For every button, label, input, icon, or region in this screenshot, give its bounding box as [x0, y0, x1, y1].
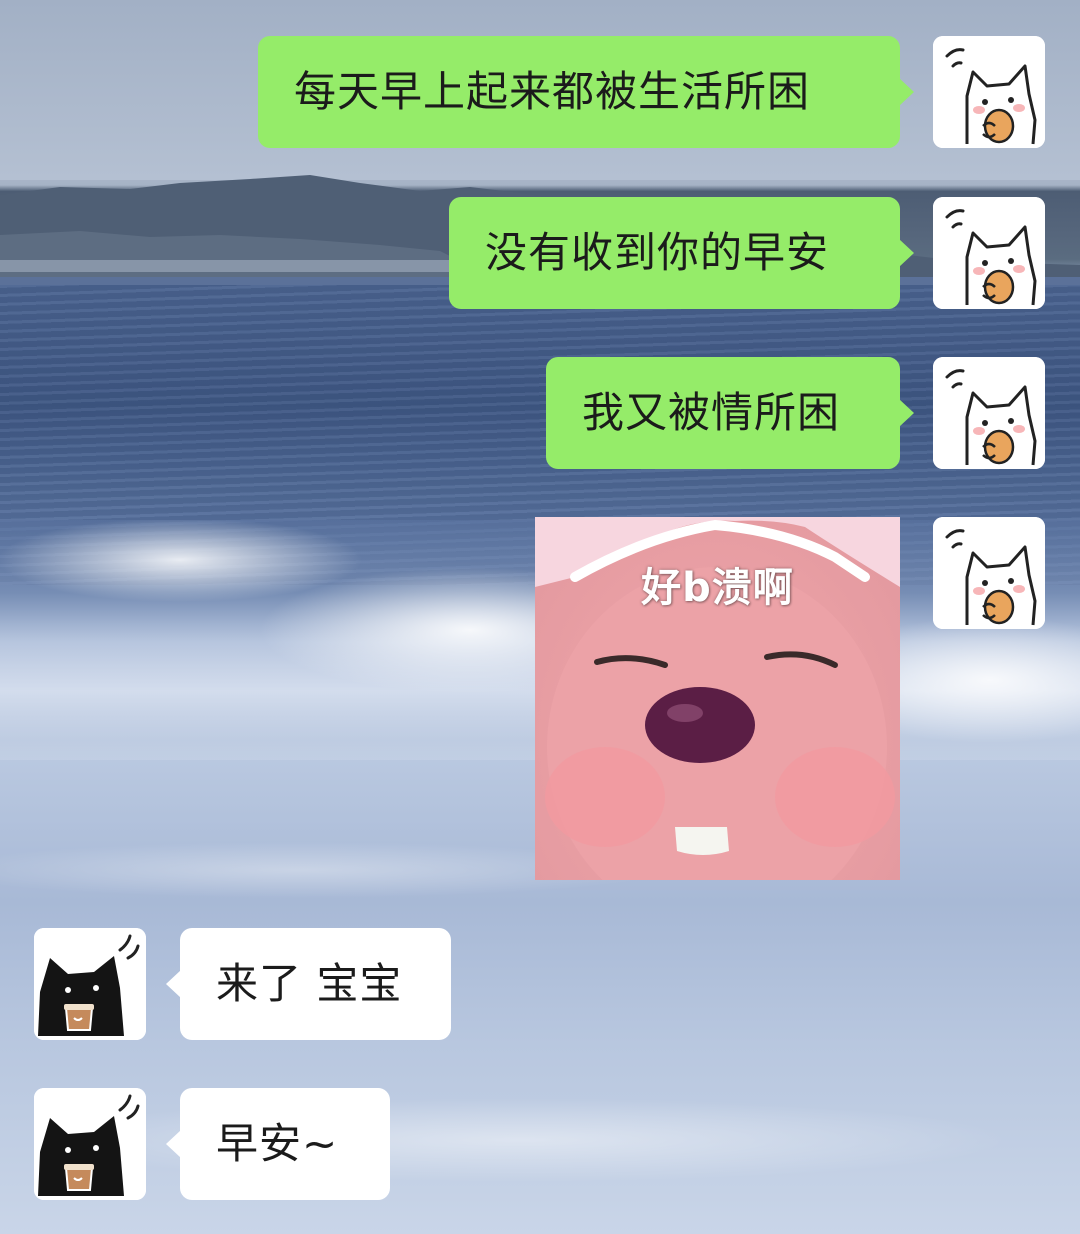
white-cat-eating-cookie-icon	[933, 36, 1045, 148]
white-cat-eating-cookie-icon	[933, 197, 1045, 309]
black-cat-drinking-coffee-icon	[34, 928, 146, 1040]
incoming-message-bubble[interactable]: 早安~	[166, 1088, 390, 1200]
message-text: 来了 宝宝	[216, 959, 403, 1008]
sticker-message[interactable]: 好b溃啊	[535, 517, 900, 880]
contact-avatar[interactable]	[34, 928, 146, 1040]
self-avatar[interactable]	[933, 36, 1045, 148]
outgoing-message-bubble[interactable]: 每天早上起来都被生活所困	[258, 36, 914, 148]
outgoing-message-bubble[interactable]: 我又被情所困	[546, 357, 914, 469]
black-cat-drinking-coffee-icon	[34, 1088, 146, 1200]
self-avatar[interactable]	[933, 517, 1045, 629]
message-text: 早安~	[216, 1119, 339, 1168]
outgoing-message-bubble[interactable]: 没有收到你的早安	[449, 197, 914, 309]
self-avatar[interactable]	[933, 197, 1045, 309]
message-text: 我又被情所困	[582, 388, 841, 437]
self-avatar[interactable]	[933, 357, 1045, 469]
message-text: 没有收到你的早安	[485, 228, 830, 277]
white-cat-eating-cookie-icon	[933, 517, 1045, 629]
sticker-caption: 好b溃啊	[641, 565, 794, 611]
chat-screen: 每天早上起来都被生活所困 没有收到你的早安 我又被情所困 好b溃啊 来了 宝宝 …	[0, 0, 1080, 1234]
incoming-message-bubble[interactable]: 来了 宝宝	[166, 928, 451, 1040]
message-text: 每天早上起来都被生活所困	[294, 67, 811, 116]
contact-avatar[interactable]	[34, 1088, 146, 1200]
white-cat-eating-cookie-icon	[933, 357, 1045, 469]
